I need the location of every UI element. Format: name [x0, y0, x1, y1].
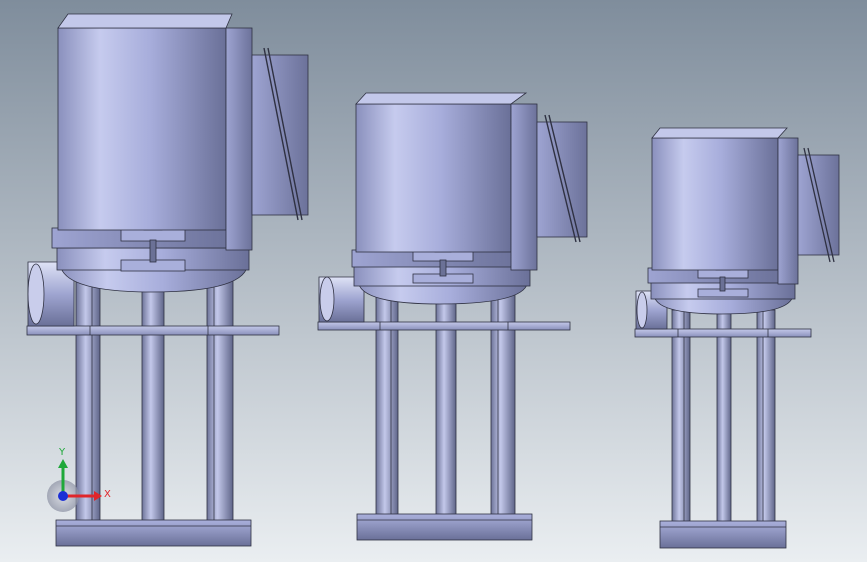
y-axis-label: Y	[58, 447, 66, 458]
cad-viewport[interactable]: X Y	[0, 0, 867, 562]
z-axis-dot	[58, 491, 68, 501]
x-axis-label: X	[104, 489, 111, 500]
cad-scene: X Y	[0, 0, 867, 562]
